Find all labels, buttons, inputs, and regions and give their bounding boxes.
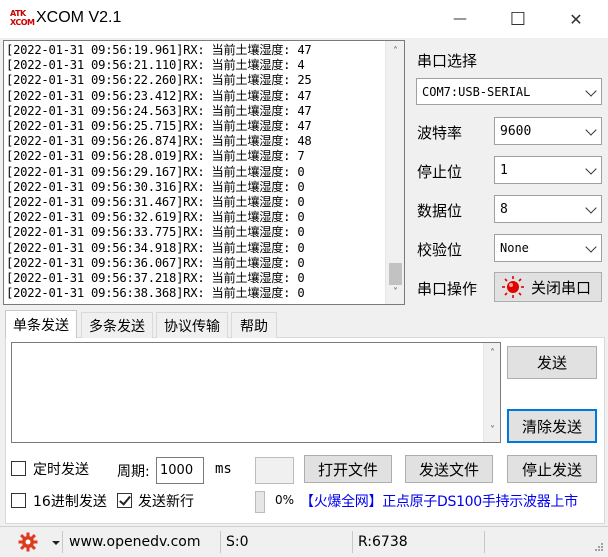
dropdown-arrow-icon[interactable] bbox=[52, 541, 60, 545]
chevron-down-icon bbox=[585, 241, 597, 253]
receive-line: [2022-01-31 09:56:38.368]RX: 当前土壤湿度: 0 bbox=[6, 286, 305, 301]
send-newline-checkbox[interactable] bbox=[117, 493, 132, 508]
chevron-down-icon bbox=[585, 163, 597, 175]
port-select-value: COM7:USB-SERIAL bbox=[422, 84, 531, 99]
receive-scrollbar[interactable]: ˄ ˅ bbox=[385, 41, 404, 304]
hex-send-checkbox[interactable] bbox=[11, 493, 26, 508]
stop-send-button[interactable]: 停止发送 bbox=[507, 455, 597, 483]
status-separator bbox=[62, 531, 63, 553]
receive-line: [2022-01-31 09:56:19.961]RX: 当前土壤湿度: 47 bbox=[6, 43, 312, 57]
send-file-button[interactable]: 发送文件 bbox=[405, 455, 493, 483]
tab-single-send[interactable]: 单条发送 bbox=[5, 310, 77, 338]
received-count: R:6738 bbox=[358, 534, 408, 550]
receive-line: [2022-01-31 09:56:32.619]RX: 当前土壤湿度: 0 bbox=[6, 210, 305, 225]
receive-line: [2022-01-31 09:56:24.563]RX: 当前土壤湿度: 47 bbox=[6, 103, 312, 118]
receive-line: [2022-01-31 09:56:29.167]RX: 当前土壤湿度: 0 bbox=[6, 164, 305, 179]
period-input[interactable]: 1000 bbox=[156, 457, 204, 484]
receive-line: [2022-01-31 09:56:36.067]RX: 当前土壤湿度: 0 bbox=[6, 255, 305, 270]
hex-send-label: 16进制发送 bbox=[33, 494, 107, 510]
baud-select[interactable]: 9600 bbox=[494, 117, 602, 145]
close-port-label: 关闭串口 bbox=[531, 278, 592, 297]
gear-icon[interactable] bbox=[18, 532, 38, 552]
status-separator bbox=[220, 531, 221, 553]
receive-line: [2022-01-31 09:56:34.918]RX: 当前土壤湿度: 0 bbox=[6, 240, 305, 255]
close-port-button[interactable]: 关闭串口 bbox=[494, 272, 602, 302]
receive-line: [2022-01-31 09:56:26.874]RX: 当前土壤湿度: 48 bbox=[6, 134, 312, 149]
scroll-down-icon[interactable]: ˅ bbox=[484, 422, 501, 440]
chevron-down-icon bbox=[585, 124, 597, 136]
receive-line: [2022-01-31 09:56:31.467]RX: 当前土壤湿度: 0 bbox=[6, 195, 305, 210]
website-link[interactable]: www.openedv.com bbox=[69, 534, 201, 550]
stopbits-label: 停止位 bbox=[417, 163, 463, 181]
send-progress-bar bbox=[255, 491, 265, 513]
close-icon: ✕ bbox=[569, 9, 583, 29]
chevron-down-icon bbox=[585, 84, 597, 97]
logo-line2: XCOM bbox=[10, 18, 35, 27]
parity-select[interactable]: None bbox=[494, 234, 602, 262]
window-title: XCOM V2.1 bbox=[36, 9, 122, 26]
send-newline-label: 发送新行 bbox=[138, 494, 194, 510]
receive-textarea[interactable]: [2022-01-31 09:56:19.961]RX: 当前土壤湿度: 47[… bbox=[3, 40, 405, 305]
maximize-icon: ☐ bbox=[509, 8, 527, 30]
receive-lines: [2022-01-31 09:56:19.961]RX: 当前土壤湿度: 47[… bbox=[6, 43, 386, 301]
ad-link[interactable]: 【火爆全网】正点原子DS100手持示波器上市 bbox=[300, 491, 578, 511]
parity-select-value: None bbox=[500, 241, 529, 255]
receive-line: [2022-01-31 09:56:21.110]RX: 当前土壤湿度: 4 bbox=[6, 58, 305, 73]
minimize-button[interactable]: — bbox=[430, 0, 490, 38]
resize-grip-icon[interactable] bbox=[592, 542, 604, 554]
tab-protocol[interactable]: 协议传输 bbox=[156, 312, 228, 338]
stopbits-select-value: 1 bbox=[500, 162, 508, 178]
sent-count: S:0 bbox=[226, 534, 249, 550]
tab-multi-send[interactable]: 多条发送 bbox=[81, 312, 153, 338]
receive-line: [2022-01-31 09:56:25.715]RX: 当前土壤湿度: 47 bbox=[6, 119, 312, 134]
app-logo-icon: ATK XCOM bbox=[10, 9, 35, 29]
baud-label: 波特率 bbox=[417, 124, 463, 142]
scroll-up-icon[interactable]: ˄ bbox=[484, 345, 501, 363]
timed-send-checkbox[interactable] bbox=[11, 461, 26, 476]
period-unit-label: ms bbox=[215, 461, 232, 477]
file-path-box[interactable] bbox=[255, 457, 294, 484]
port-status-icon bbox=[502, 276, 524, 298]
receive-line: [2022-01-31 09:56:22.260]RX: 当前土壤湿度: 25 bbox=[6, 73, 312, 88]
tab-help[interactable]: 帮助 bbox=[231, 312, 277, 338]
receive-line: [2022-01-31 09:56:33.775]RX: 当前土壤湿度: 0 bbox=[6, 225, 305, 240]
send-button[interactable]: 发送 bbox=[507, 346, 597, 379]
baud-select-value: 9600 bbox=[500, 123, 532, 139]
period-label: 周期: bbox=[117, 464, 150, 480]
receive-line: [2022-01-31 09:56:30.316]RX: 当前土壤湿度: 0 bbox=[6, 179, 305, 194]
scrollbar-thumb[interactable] bbox=[389, 263, 402, 285]
timed-send-label: 定时发送 bbox=[33, 462, 89, 478]
databits-select[interactable]: 8 bbox=[494, 195, 602, 223]
port-op-label: 串口操作 bbox=[417, 280, 478, 298]
databits-label: 数据位 bbox=[417, 202, 463, 220]
period-input-value: 1000 bbox=[160, 463, 194, 478]
open-file-button[interactable]: 打开文件 bbox=[304, 455, 392, 483]
port-select-label: 串口选择 bbox=[417, 52, 478, 70]
send-textarea[interactable]: ˄ ˅ bbox=[11, 342, 501, 443]
parity-label: 校验位 bbox=[417, 241, 463, 259]
progress-text: 0% bbox=[275, 493, 295, 507]
clear-send-button[interactable]: 清除发送 bbox=[507, 409, 597, 443]
maximize-button[interactable]: ☐ bbox=[488, 0, 548, 38]
status-separator bbox=[352, 531, 353, 553]
chevron-down-icon bbox=[585, 202, 597, 214]
receive-line: [2022-01-31 09:56:28.019]RX: 当前土壤湿度: 7 bbox=[6, 149, 305, 164]
stopbits-select[interactable]: 1 bbox=[494, 156, 602, 184]
close-window-button[interactable]: ✕ bbox=[546, 0, 606, 38]
status-bar: www.openedv.com S:0 R:6738 bbox=[0, 526, 608, 557]
scroll-down-icon[interactable]: ˅ bbox=[386, 284, 404, 302]
status-separator bbox=[484, 531, 485, 553]
receive-line: [2022-01-31 09:56:23.412]RX: 当前土壤湿度: 47 bbox=[6, 88, 312, 103]
minimize-icon: — bbox=[453, 11, 467, 27]
databits-select-value: 8 bbox=[500, 201, 508, 217]
port-select[interactable]: COM7:USB-SERIAL bbox=[416, 78, 602, 105]
scroll-up-icon[interactable]: ˄ bbox=[386, 43, 404, 61]
receive-line: [2022-01-31 09:56:37.218]RX: 当前土壤湿度: 0 bbox=[6, 271, 305, 286]
title-bar: ATK XCOM XCOM V2.1 — ☐ ✕ bbox=[0, 0, 608, 38]
send-scrollbar[interactable]: ˄ ˅ bbox=[483, 343, 500, 442]
logo-line1: ATK bbox=[10, 9, 26, 18]
